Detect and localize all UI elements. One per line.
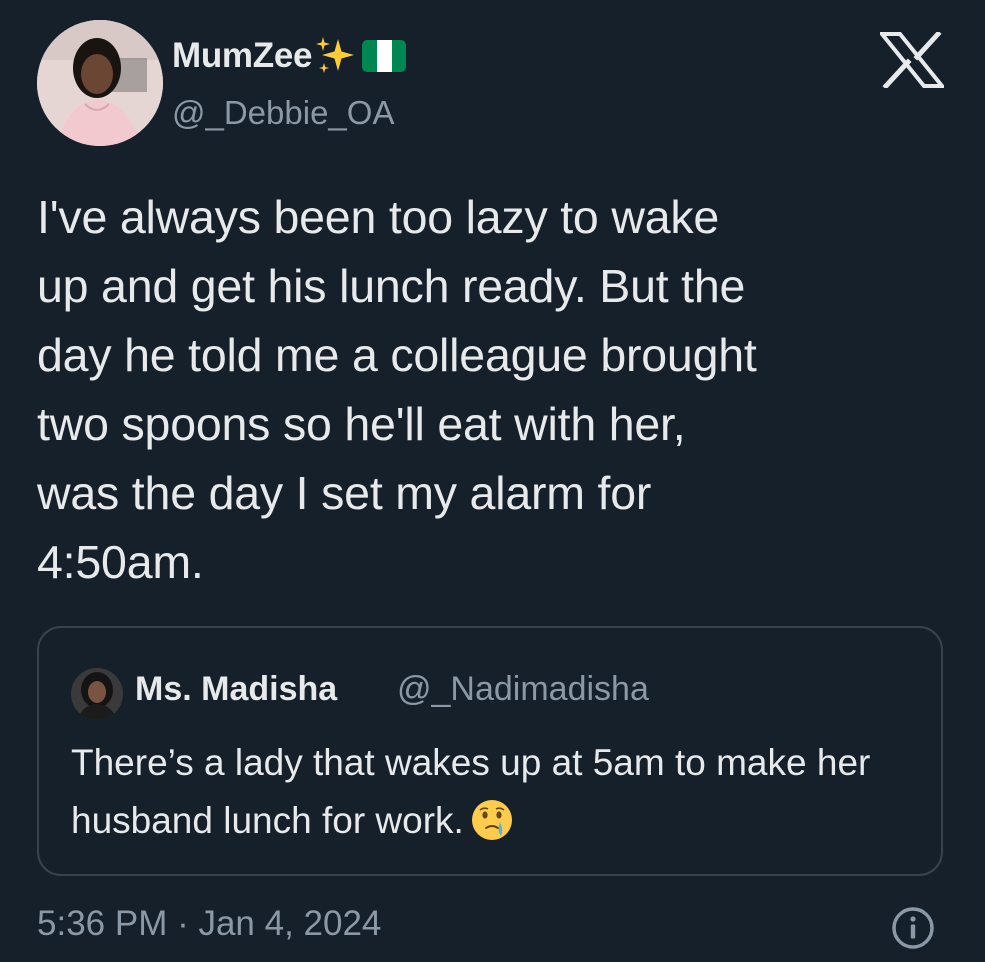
quoted-author-handle[interactable]: @_Nadimadisha	[397, 670, 649, 709]
tweet-timestamp[interactable]: 5:36 PM · Jan 4, 2024	[37, 904, 381, 944]
quoted-tweet-text: There’s a lady that wakes up at 5am to m…	[71, 734, 911, 850]
author-handle[interactable]: @_Debbie_OA	[172, 94, 394, 132]
x-logo-icon[interactable]	[877, 30, 947, 90]
info-icon[interactable]	[890, 905, 936, 951]
tweet-card: MumZee @_Debbie_OA I've always been too …	[0, 0, 985, 962]
quoted-author-avatar[interactable]	[71, 668, 123, 720]
quoted-tweet[interactable]: Ms. Madisha @_Nadimadisha There’s a lady…	[37, 626, 943, 876]
sparkles-icon	[314, 35, 356, 77]
author-avatar[interactable]	[37, 20, 163, 146]
nigeria-flag-icon	[362, 40, 407, 72]
author-display-name[interactable]: MumZee	[172, 36, 312, 76]
tweet-text: I've always been too lazy to wake up and…	[37, 191, 757, 588]
quoted-author-name[interactable]: Ms. Madisha	[135, 670, 337, 709]
author-name-row[interactable]: MumZee	[172, 34, 407, 78]
face-holding-back-tears-icon	[470, 798, 514, 842]
